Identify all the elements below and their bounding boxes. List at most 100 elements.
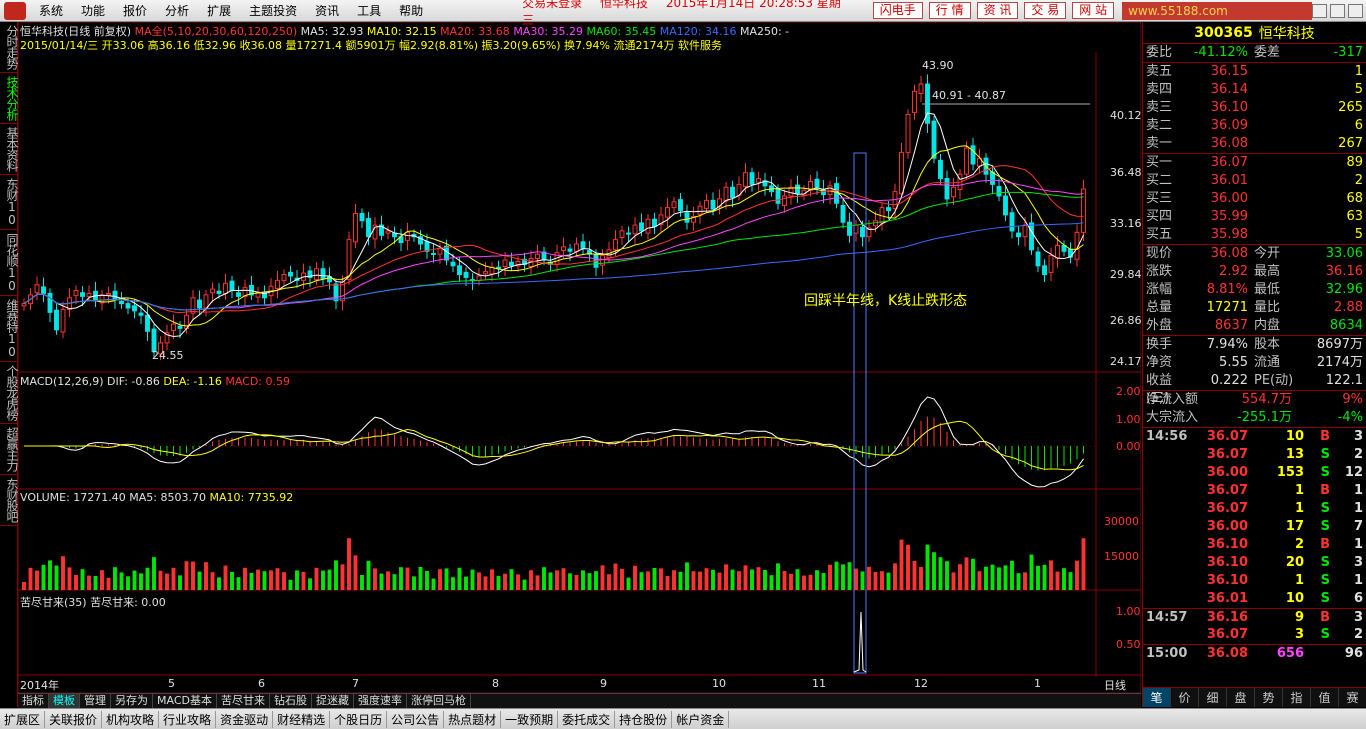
tick-row[interactable]: 36.10 2 B 1 — [1143, 536, 1366, 554]
tab-hide-seek[interactable]: 捉迷藏 — [312, 694, 354, 708]
tab-technical[interactable]: 技术分析 — [0, 73, 19, 124]
tab-macd-basic[interactable]: MACD基本 — [153, 694, 217, 708]
news-button[interactable]: 资 讯 — [976, 2, 1019, 19]
tab-save-as[interactable]: 另存为 — [111, 694, 153, 708]
tab-limit-up[interactable]: 涨停回马枪 — [407, 694, 471, 708]
tick-row[interactable]: 36.00 17 S 7 — [1143, 518, 1366, 536]
menu-item-tools[interactable]: 工具 — [348, 2, 390, 19]
label: 买五 — [1146, 227, 1173, 242]
tab-tonghuashun[interactable]: 同花顺10 — [0, 230, 19, 296]
quote-tab-3[interactable]: 盘 — [1227, 688, 1255, 707]
candle-body — [288, 271, 293, 277]
tick-side: S — [1320, 447, 1330, 462]
stat-value: 8637 — [1214, 318, 1248, 333]
tick-list[interactable]: 14:56 36.07 10 B 3 36.07 13 S 2 36.00 153 S 12 36.07 1… — [1143, 428, 1366, 662]
candle-body — [756, 178, 761, 183]
tab-fundamentals[interactable]: 基本资料 — [0, 124, 19, 175]
quote-tab-6[interactable]: 值 — [1311, 688, 1339, 707]
tick-row[interactable]: 14:56 36.07 10 B 3 — [1143, 428, 1366, 446]
tick-row[interactable]: 14:57 36.16 9 B 3 — [1143, 608, 1366, 626]
tab-template[interactable]: 模板 — [49, 694, 80, 708]
quote-tab-7[interactable]: 赛 — [1339, 688, 1366, 707]
status-tab-8[interactable]: 热点题材 — [444, 710, 502, 728]
macd-dif: DIF: -0.86 — [107, 375, 160, 388]
status-tab-11[interactable]: 持仓股份 — [615, 710, 673, 728]
status-tab-9[interactable]: 一致预期 — [501, 710, 559, 728]
tick-row[interactable]: 36.10 1 S 1 — [1143, 572, 1366, 590]
status-tab-4[interactable]: 资金驱动 — [216, 710, 274, 728]
volume-bar — [613, 563, 618, 590]
period-label[interactable]: 日线 — [1104, 677, 1126, 693]
quote-tab-1[interactable]: 价 — [1171, 688, 1199, 707]
tab-eastmoney[interactable]: 东财10 — [0, 175, 19, 230]
menu-item-news[interactable]: 资讯 — [306, 2, 348, 19]
volume-bar — [1062, 568, 1066, 590]
status-tab-0[interactable]: 扩展区 — [0, 710, 46, 728]
volume-bar — [743, 565, 748, 590]
minimize-icon[interactable] — [1312, 3, 1328, 18]
tick-row[interactable]: 36.00 153 S 12 — [1143, 464, 1366, 482]
volume-bar — [67, 567, 72, 590]
tick-row[interactable]: 15:00 36.08 656 96 — [1143, 644, 1366, 662]
tick-row[interactable]: 36.01 10 S 6 — [1143, 590, 1366, 608]
menu-item-extend[interactable]: 扩展 — [198, 2, 240, 19]
quote-tab-4[interactable]: 势 — [1255, 688, 1283, 707]
menu-item-function[interactable]: 功能 — [72, 2, 114, 19]
status-tab-12[interactable]: 帐户资金 — [672, 710, 730, 728]
candle-body — [580, 241, 586, 249]
status-tab-7[interactable]: 公司公告 — [387, 710, 445, 728]
tick-count: 6 — [1353, 591, 1363, 606]
tick-row[interactable]: 36.07 1 B 1 — [1143, 482, 1366, 500]
tab-dragon-tiger[interactable]: 个股龙虎榜 — [0, 362, 19, 424]
tab-kujin[interactable]: 苦尽甘来 — [217, 694, 270, 708]
status-tab-5[interactable]: 财经精选 — [273, 710, 331, 728]
candle-body — [970, 145, 976, 165]
status-tab-6[interactable]: 个股日历 — [330, 710, 388, 728]
quote-tab-2[interactable]: 细 — [1199, 688, 1227, 707]
status-tab-2[interactable]: 机构攻略 — [102, 710, 160, 728]
status-tab-10[interactable]: 委托成交 — [558, 710, 616, 728]
flow-value: 554.7万 — [1241, 392, 1292, 407]
volume-bar — [405, 567, 410, 590]
kline-chart-area[interactable]: 恒华科技(日线 前复权) MA全(5,10,20,30,60,120,250) … — [18, 22, 1142, 707]
candle-body — [502, 259, 508, 268]
tab-manage[interactable]: 管理 — [80, 694, 111, 708]
close-icon[interactable] — [1348, 3, 1364, 18]
quote-tab-0[interactable]: 笔 — [1143, 688, 1171, 707]
asks-row: 卖四 36.14 5 — [1143, 81, 1366, 99]
website-button[interactable]: 网 站 — [1072, 2, 1115, 19]
maximize-icon[interactable] — [1330, 3, 1346, 18]
tab-weisaite[interactable]: 维赛特10 — [0, 296, 19, 362]
flash-trade-button[interactable]: 闪电手 — [872, 2, 923, 19]
trade-button[interactable]: 交 易 — [1024, 2, 1067, 19]
volume-bar — [873, 572, 878, 590]
tick-row[interactable]: 36.10 20 S 3 — [1143, 554, 1366, 572]
macd-header: MACD(12,26,9) DIF: -0.86 DEA: -1.16 MACD… — [20, 375, 290, 388]
menu-item-analysis[interactable]: 分析 — [156, 2, 198, 19]
ma250-value: MA250: - — [739, 25, 790, 38]
quote-tab-5[interactable]: 指 — [1283, 688, 1311, 707]
menu-item-help[interactable]: 帮助 — [390, 2, 432, 19]
menu-item-system[interactable]: 系统 — [30, 2, 72, 19]
tab-intraday[interactable]: 分时走势 — [0, 22, 19, 73]
menu-item-quote[interactable]: 报价 — [114, 2, 156, 19]
kline-svg[interactable] — [18, 22, 1141, 693]
tick-price: 36.00 — [1206, 465, 1248, 480]
menu-item-theme[interactable]: 主题投资 — [240, 2, 306, 19]
candle-body — [665, 207, 670, 218]
market-button[interactable]: 行 情 — [928, 2, 971, 19]
tab-super-main[interactable]: 超赢主力 — [0, 424, 19, 475]
status-tab-3[interactable]: 行业攻略 — [159, 710, 217, 728]
tick-row[interactable]: 36.07 1 S 1 — [1143, 500, 1366, 518]
tick-row[interactable]: 36.07 13 S 2 — [1143, 446, 1366, 464]
price: 36.09 — [1210, 118, 1248, 133]
tab-diamond[interactable]: 钻石股 — [270, 694, 312, 708]
tab-forum[interactable]: 东财股吧 — [0, 475, 19, 526]
tab-strength[interactable]: 强度速率 — [354, 694, 407, 708]
tick-volume: 656 — [1276, 646, 1304, 661]
status-tab-1[interactable]: 关联报价 — [45, 710, 103, 728]
tick-side: B — [1320, 483, 1330, 498]
tick-row[interactable]: 36.07 3 S 2 — [1143, 626, 1366, 644]
candle-body — [1042, 265, 1047, 276]
tab-indicator[interactable]: 指标 — [18, 694, 49, 708]
